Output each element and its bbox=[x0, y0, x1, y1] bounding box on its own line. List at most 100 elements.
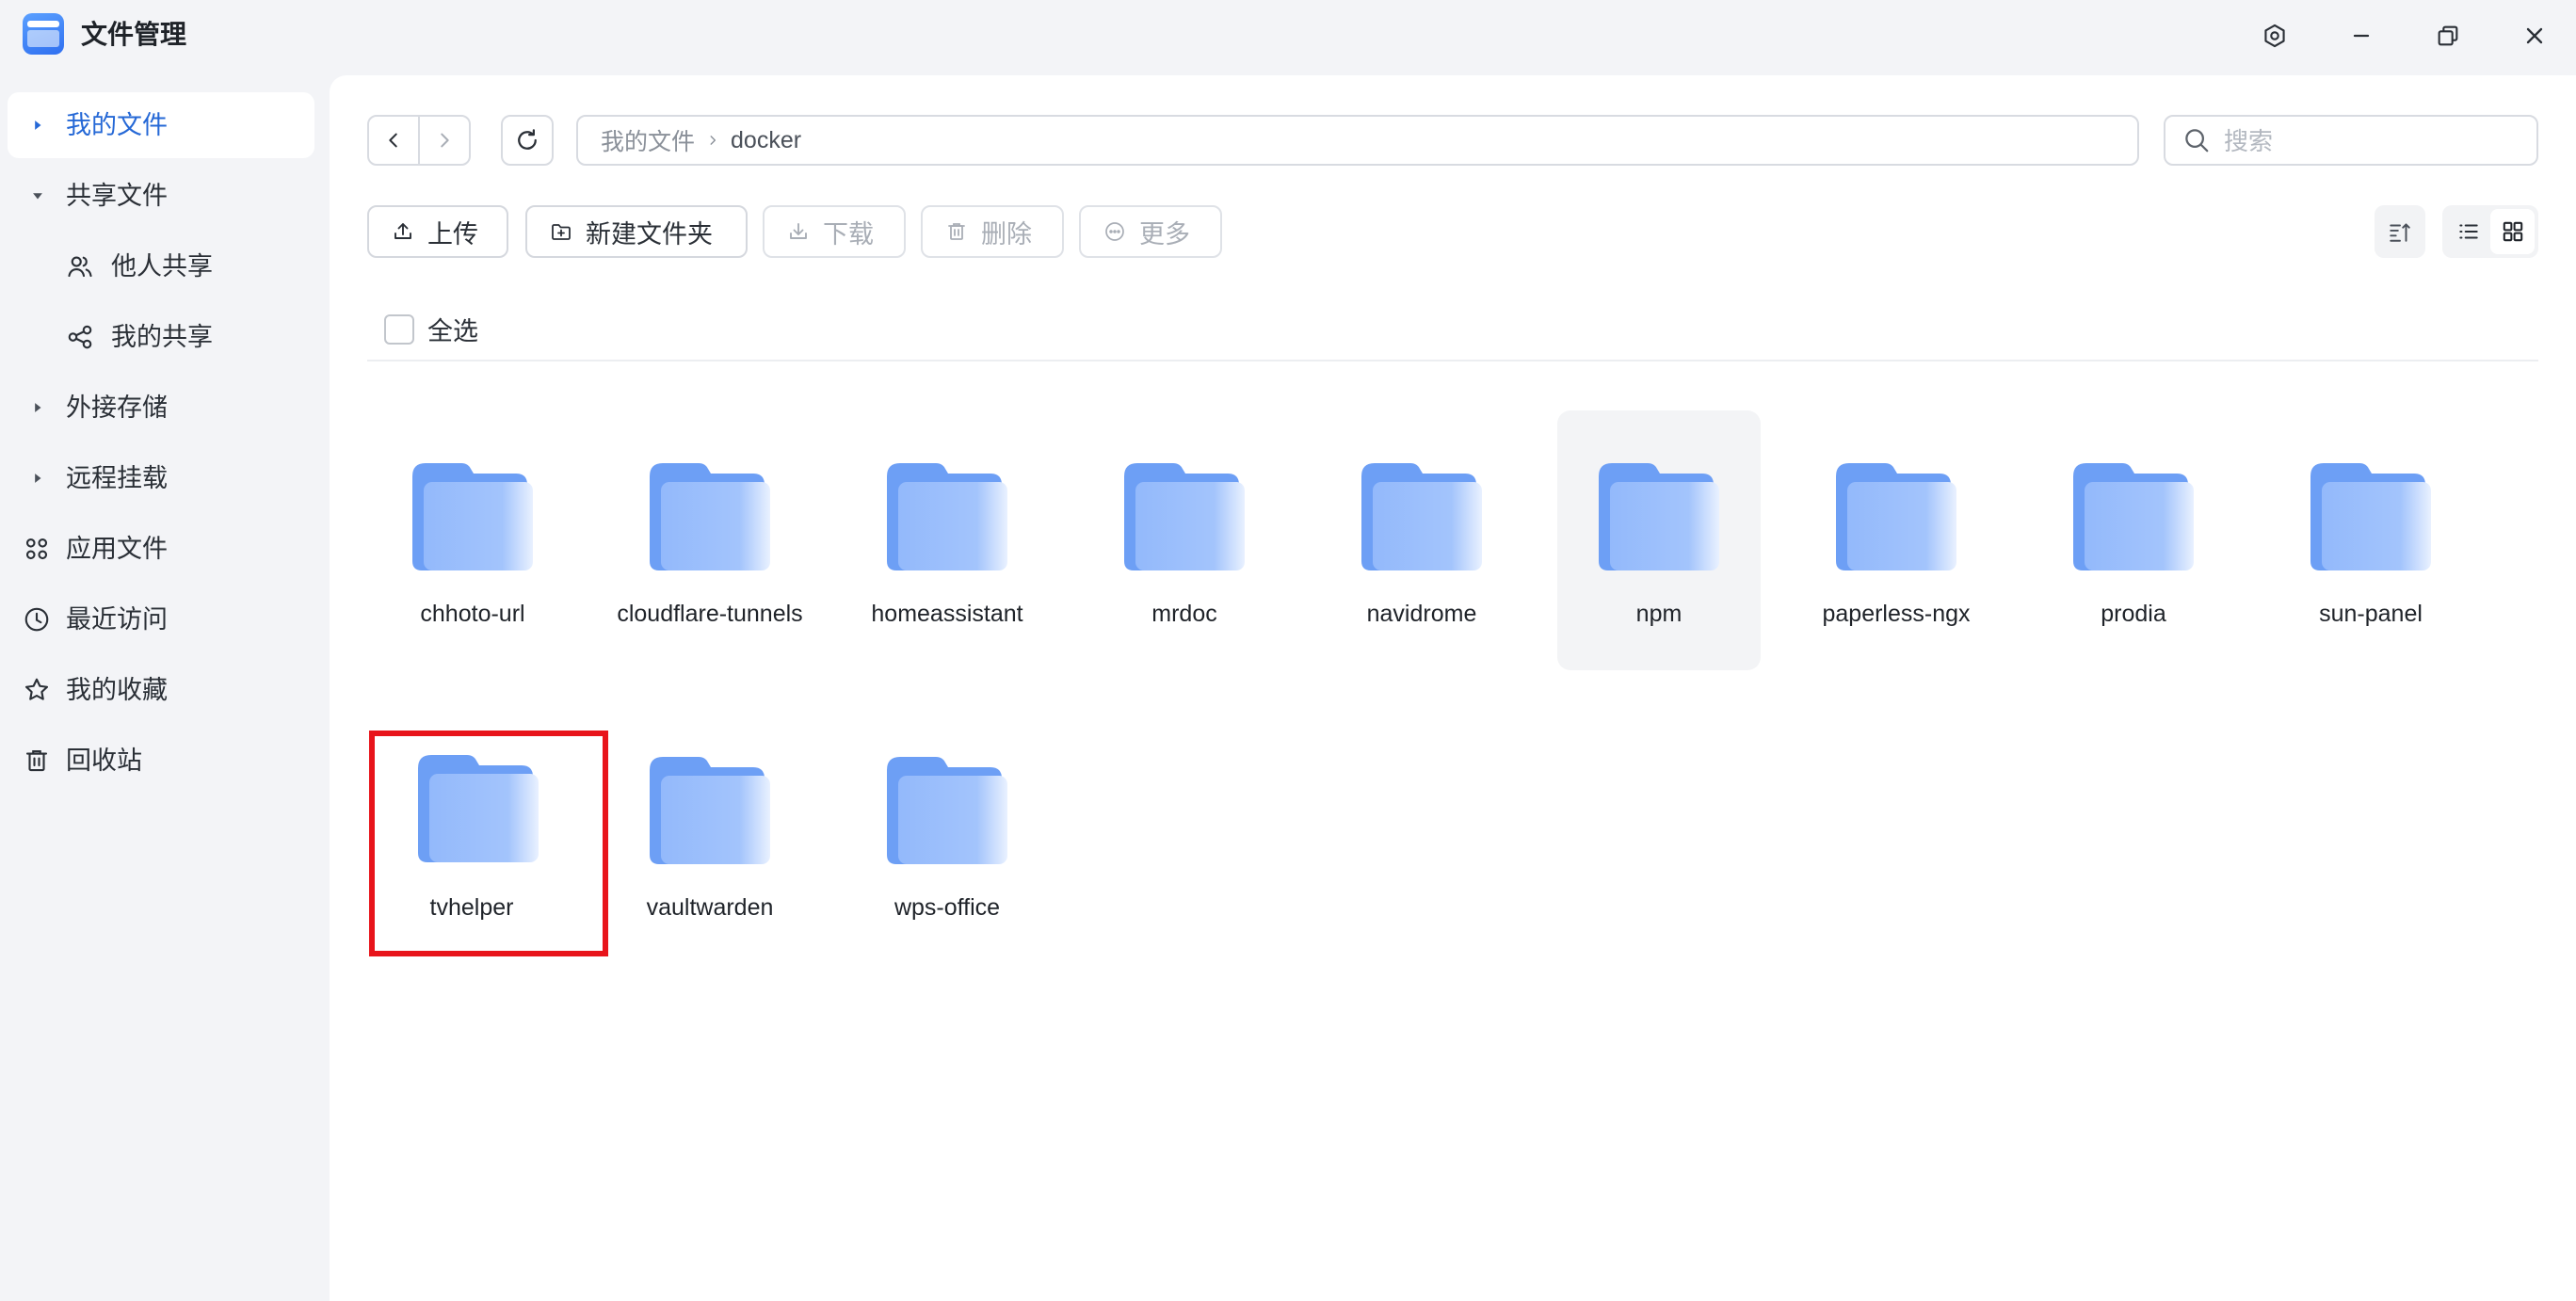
folder-name: npm bbox=[1635, 601, 1682, 627]
list-icon bbox=[2458, 224, 2478, 239]
folder-icon bbox=[1836, 463, 1956, 570]
title-bar: 文件管理 bbox=[0, 0, 2576, 75]
sidebar-item-remote-mounts[interactable]: 远程挂载 bbox=[8, 445, 314, 511]
sidebar-item-app-files[interactable]: 应用文件 bbox=[8, 516, 314, 582]
app-logo-icon bbox=[23, 13, 64, 55]
upload-icon bbox=[394, 223, 411, 239]
grid-view-button[interactable] bbox=[2490, 209, 2535, 254]
sidebar-item-recent[interactable]: 最近访问 bbox=[8, 586, 314, 652]
folder-icon bbox=[887, 463, 1007, 570]
folder-item[interactable]: chhoto-url bbox=[371, 410, 574, 670]
forward-button[interactable] bbox=[418, 117, 469, 164]
folder-name: mrdoc bbox=[1151, 601, 1217, 627]
refresh-button[interactable] bbox=[501, 115, 554, 166]
close-button[interactable] bbox=[2516, 17, 2553, 55]
gear-icon bbox=[2264, 24, 2285, 48]
breadcrumb[interactable]: 我的文件 docker bbox=[576, 115, 2139, 166]
caret-right-icon bbox=[30, 471, 45, 486]
settings-button[interactable] bbox=[2256, 17, 2294, 55]
minimize-button[interactable] bbox=[2343, 17, 2380, 55]
clock-icon bbox=[24, 607, 49, 632]
delete-label: 删除 bbox=[981, 219, 1032, 249]
star-icon bbox=[24, 678, 49, 700]
breadcrumb-current[interactable]: docker bbox=[731, 127, 801, 154]
folder-icon bbox=[412, 463, 533, 570]
upload-button[interactable]: 上传 bbox=[367, 205, 508, 258]
sidebar-item-label: 我的收藏 bbox=[66, 676, 168, 704]
refresh-icon bbox=[518, 129, 537, 150]
folder-icon bbox=[1361, 463, 1482, 570]
sidebar-item-label: 共享文件 bbox=[66, 182, 168, 210]
folder-item[interactable]: cloudflare-tunnels bbox=[608, 410, 812, 670]
caret-down-icon bbox=[30, 188, 45, 203]
folder-item[interactable]: mrdoc bbox=[1083, 410, 1286, 670]
divider bbox=[367, 360, 2538, 361]
folder-icon bbox=[1124, 463, 1245, 570]
delete-button[interactable]: 删除 bbox=[921, 205, 1064, 258]
folder-icon bbox=[887, 757, 1007, 864]
app-title: 文件管理 bbox=[81, 20, 187, 49]
maximize-button[interactable] bbox=[2429, 17, 2467, 55]
sidebar-item-label: 外接存储 bbox=[66, 394, 168, 422]
checkbox[interactable] bbox=[384, 313, 414, 345]
new-folder-button[interactable]: 新建文件夹 bbox=[525, 205, 748, 258]
folder-name: homeassistant bbox=[871, 601, 1023, 627]
new-folder-label: 新建文件夹 bbox=[586, 219, 713, 249]
sidebar-item-my-files[interactable]: 我的文件 bbox=[8, 92, 314, 158]
file-manager-window: 文件管理 我的文件 共享文件 他人共享 我的共享 外接存储 远程挂载 应用文件 … bbox=[0, 0, 2576, 1301]
folder-name: cloudflare-tunnels bbox=[617, 601, 803, 627]
sidebar-item-external-storage[interactable]: 外接存储 bbox=[8, 375, 314, 441]
sidebar-item-recycle-bin[interactable]: 回收站 bbox=[8, 728, 314, 794]
folder-item-highlighted[interactable]: tvhelper bbox=[369, 731, 608, 956]
folder-name: vaultwarden bbox=[646, 894, 774, 921]
chevron-right-icon bbox=[441, 133, 449, 148]
search-icon bbox=[2185, 129, 2209, 153]
sort-icon bbox=[2390, 223, 2410, 242]
select-all-label: 全选 bbox=[427, 317, 478, 345]
more-button[interactable]: 更多 bbox=[1079, 205, 1222, 258]
select-all-checkbox[interactable]: 全选 bbox=[384, 311, 478, 347]
folder-icon bbox=[650, 757, 770, 864]
sidebar-item-my-shares[interactable]: 我的共享 bbox=[8, 304, 314, 370]
upload-label: 上传 bbox=[427, 219, 478, 249]
sort-button[interactable] bbox=[2375, 205, 2425, 258]
folder-icon bbox=[2310, 463, 2431, 570]
folder-name: tvhelper bbox=[429, 894, 514, 921]
breadcrumb-root[interactable]: 我的文件 bbox=[601, 123, 695, 157]
minimize-icon bbox=[2353, 34, 2370, 38]
main-panel: 我的文件 docker 上传 新建文件夹 bbox=[330, 75, 2576, 1301]
download-button[interactable]: 下载 bbox=[763, 205, 906, 258]
caret-right-icon bbox=[30, 400, 45, 415]
close-icon bbox=[2526, 27, 2543, 44]
folder-item[interactable]: paperless-ngx bbox=[1795, 410, 1998, 670]
users-icon bbox=[68, 256, 92, 278]
trash-icon bbox=[948, 223, 965, 240]
folder-name: paperless-ngx bbox=[1822, 601, 1971, 627]
sidebar-item-label: 我的文件 bbox=[66, 111, 168, 139]
grid-icon bbox=[2503, 221, 2522, 242]
folder-item[interactable]: npm bbox=[1557, 410, 1761, 670]
folder-icon bbox=[650, 463, 770, 570]
view-toggle bbox=[2442, 205, 2538, 258]
new-folder-icon bbox=[552, 224, 571, 240]
trash-icon bbox=[25, 749, 48, 772]
chevron-right-icon bbox=[706, 134, 719, 147]
sidebar: 我的文件 共享文件 他人共享 我的共享 外接存储 远程挂载 应用文件 最近访问 … bbox=[0, 75, 328, 1301]
sidebar-item-label: 回收站 bbox=[66, 747, 142, 775]
folder-item[interactable]: wps-office bbox=[845, 704, 1049, 964]
folder-item[interactable]: prodia bbox=[2032, 410, 2235, 670]
search-input[interactable] bbox=[2224, 124, 2516, 158]
folder-item[interactable]: sun-panel bbox=[2269, 410, 2472, 670]
sidebar-item-shared-with-me[interactable]: 他人共享 bbox=[8, 233, 314, 299]
sidebar-item-label: 我的共享 bbox=[111, 323, 213, 351]
folder-item[interactable]: navidrome bbox=[1320, 410, 1523, 670]
back-button[interactable] bbox=[369, 117, 418, 164]
folder-icon bbox=[1599, 463, 1719, 570]
folder-item[interactable]: homeassistant bbox=[845, 410, 1049, 670]
caret-right-icon bbox=[30, 118, 45, 133]
sidebar-item-favorites[interactable]: 我的收藏 bbox=[8, 657, 314, 723]
sidebar-item-shared-files[interactable]: 共享文件 bbox=[8, 163, 314, 229]
folder-item[interactable]: vaultwarden bbox=[608, 704, 812, 964]
list-view-button[interactable] bbox=[2446, 209, 2490, 254]
folder-name: sun-panel bbox=[2319, 601, 2423, 627]
